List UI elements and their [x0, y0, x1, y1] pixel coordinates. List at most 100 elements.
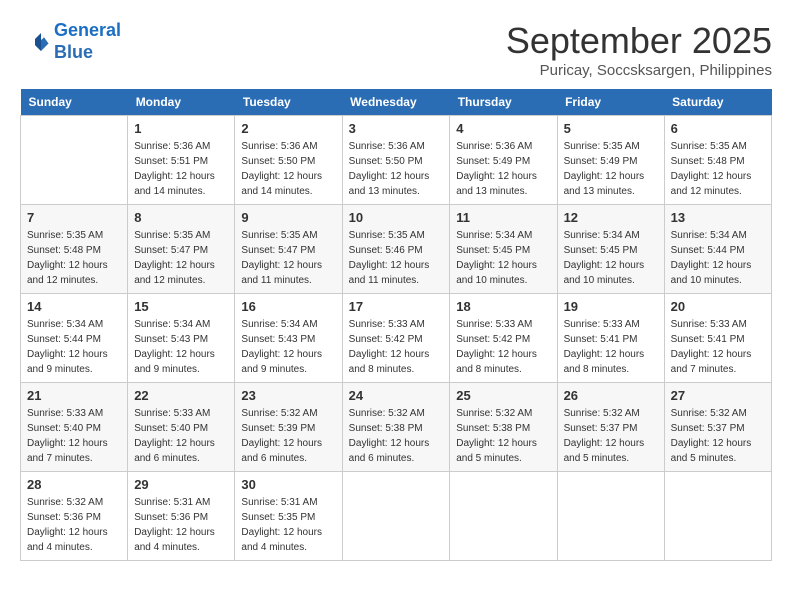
calendar-cell: 18Sunrise: 5:33 AM Sunset: 5:42 PM Dayli…: [450, 294, 557, 383]
day-number: 19: [564, 299, 658, 314]
day-info: Sunrise: 5:32 AM Sunset: 5:38 PM Dayligh…: [456, 406, 550, 466]
day-number: 1: [134, 121, 228, 136]
weekday-header-monday: Monday: [128, 89, 235, 116]
day-info: Sunrise: 5:33 AM Sunset: 5:41 PM Dayligh…: [564, 317, 658, 377]
calendar-table: SundayMondayTuesdayWednesdayThursdayFrid…: [20, 89, 772, 561]
day-number: 6: [671, 121, 765, 136]
day-number: 2: [241, 121, 335, 136]
day-number: 10: [349, 210, 444, 225]
calendar-cell: 7 Sunrise: 5:35 AM Sunset: 5:48 PM Daylig…: [21, 205, 128, 294]
day-info: Sunrise: 5:31 AM Sunset: 5:36 PM Dayligh…: [134, 495, 228, 555]
logo-icon: [20, 27, 50, 57]
day-number: 15: [134, 299, 228, 314]
day-number: 25: [456, 388, 550, 403]
calendar-cell: [664, 472, 771, 561]
day-info: Sunrise: 5:33 AM Sunset: 5:40 PM Dayligh…: [134, 406, 228, 466]
day-info: Sunrise: 5:34 AM Sunset: 5:45 PM Dayligh…: [564, 228, 658, 288]
day-info: Sunrise: 5:36 AM Sunset: 5:50 PM Dayligh…: [241, 139, 335, 199]
page-header: General Blue September 2025 Puricay, Soc…: [20, 20, 772, 79]
calendar-cell: 4Sunrise: 5:36 AM Sunset: 5:49 PM Daylig…: [450, 116, 557, 205]
day-number: 8: [134, 210, 228, 225]
day-number: 12: [564, 210, 658, 225]
day-number: 24: [349, 388, 444, 403]
calendar-cell: 3 Sunrise: 5:36 AM Sunset: 5:50 PM Daylig…: [342, 116, 450, 205]
weekday-header-tuesday: Tuesday: [235, 89, 342, 116]
calendar-cell: [342, 472, 450, 561]
day-info: Sunrise: 5:36 AM Sunset: 5:51 PM Dayligh…: [134, 139, 228, 199]
logo-line1: General: [54, 20, 121, 40]
day-number: 21: [27, 388, 121, 403]
day-number: 27: [671, 388, 765, 403]
calendar-cell: 6Sunrise: 5:35 AM Sunset: 5:48 PM Daylig…: [664, 116, 771, 205]
day-number: 13: [671, 210, 765, 225]
title-block: September 2025 Puricay, Soccsksargen, Ph…: [506, 20, 772, 79]
calendar-cell: 30Sunrise: 5:31 AM Sunset: 5:35 PM Dayli…: [235, 472, 342, 561]
calendar-cell: 26 Sunrise: 5:32 AM Sunset: 5:37 PM Dayli…: [557, 383, 664, 472]
day-number: 14: [27, 299, 121, 314]
logo: General Blue: [20, 20, 121, 63]
day-number: 26: [564, 388, 658, 403]
day-info: Sunrise: 5:35 AM Sunset: 5:47 PM Dayligh…: [134, 228, 228, 288]
calendar-cell: 10 Sunrise: 5:35 AM Sunset: 5:46 PM Dayli…: [342, 205, 450, 294]
day-info: Sunrise: 5:33 AM Sunset: 5:42 PM Dayligh…: [456, 317, 550, 377]
day-number: 7: [27, 210, 121, 225]
calendar-cell: 29 Sunrise: 5:31 AM Sunset: 5:36 PM Dayli…: [128, 472, 235, 561]
weekday-header-thursday: Thursday: [450, 89, 557, 116]
day-number: 11: [456, 210, 550, 225]
week-row-1: 1 Sunrise: 5:36 AM Sunset: 5:51 PM Daylig…: [21, 116, 772, 205]
calendar-cell: 2 Sunrise: 5:36 AM Sunset: 5:50 PM Daylig…: [235, 116, 342, 205]
weekday-header-friday: Friday: [557, 89, 664, 116]
location: Puricay, Soccsksargen, Philippines: [506, 62, 772, 79]
day-info: Sunrise: 5:32 AM Sunset: 5:38 PM Dayligh…: [349, 406, 444, 466]
day-info: Sunrise: 5:32 AM Sunset: 5:39 PM Dayligh…: [241, 406, 335, 466]
calendar-cell: 15 Sunrise: 5:34 AM Sunset: 5:43 PM Dayli…: [128, 294, 235, 383]
calendar-cell: 20Sunrise: 5:33 AM Sunset: 5:41 PM Dayli…: [664, 294, 771, 383]
day-number: 29: [134, 477, 228, 492]
day-number: 22: [134, 388, 228, 403]
calendar-cell: 28Sunrise: 5:32 AM Sunset: 5:36 PM Dayli…: [21, 472, 128, 561]
day-number: 9: [241, 210, 335, 225]
calendar-cell: 25 Sunrise: 5:32 AM Sunset: 5:38 PM Dayli…: [450, 383, 557, 472]
calendar-cell: 9 Sunrise: 5:35 AM Sunset: 5:47 PM Daylig…: [235, 205, 342, 294]
day-info: Sunrise: 5:34 AM Sunset: 5:43 PM Dayligh…: [134, 317, 228, 377]
calendar-cell: [450, 472, 557, 561]
weekday-header-row: SundayMondayTuesdayWednesdayThursdayFrid…: [21, 89, 772, 116]
weekday-header-sunday: Sunday: [21, 89, 128, 116]
day-info: Sunrise: 5:34 AM Sunset: 5:44 PM Dayligh…: [671, 228, 765, 288]
weekday-header-wednesday: Wednesday: [342, 89, 450, 116]
calendar-cell: 21 Sunrise: 5:33 AM Sunset: 5:40 PM Dayli…: [21, 383, 128, 472]
day-number: 30: [241, 477, 335, 492]
week-row-4: 21 Sunrise: 5:33 AM Sunset: 5:40 PM Dayli…: [21, 383, 772, 472]
calendar-cell: 17 Sunrise: 5:33 AM Sunset: 5:42 PM Dayli…: [342, 294, 450, 383]
calendar-cell: [557, 472, 664, 561]
calendar-cell: 16Sunrise: 5:34 AM Sunset: 5:43 PM Dayli…: [235, 294, 342, 383]
calendar-cell: 1 Sunrise: 5:36 AM Sunset: 5:51 PM Daylig…: [128, 116, 235, 205]
week-row-2: 7 Sunrise: 5:35 AM Sunset: 5:48 PM Daylig…: [21, 205, 772, 294]
day-info: Sunrise: 5:36 AM Sunset: 5:49 PM Dayligh…: [456, 139, 550, 199]
week-row-3: 14 Sunrise: 5:34 AM Sunset: 5:44 PM Dayli…: [21, 294, 772, 383]
day-number: 5: [564, 121, 658, 136]
day-info: Sunrise: 5:35 AM Sunset: 5:49 PM Dayligh…: [564, 139, 658, 199]
day-number: 20: [671, 299, 765, 314]
calendar-cell: 13 Sunrise: 5:34 AM Sunset: 5:44 PM Dayli…: [664, 205, 771, 294]
day-info: Sunrise: 5:34 AM Sunset: 5:43 PM Dayligh…: [241, 317, 335, 377]
day-info: Sunrise: 5:36 AM Sunset: 5:50 PM Dayligh…: [349, 139, 444, 199]
day-info: Sunrise: 5:33 AM Sunset: 5:42 PM Dayligh…: [349, 317, 444, 377]
day-number: 23: [241, 388, 335, 403]
day-info: Sunrise: 5:32 AM Sunset: 5:37 PM Dayligh…: [564, 406, 658, 466]
day-info: Sunrise: 5:35 AM Sunset: 5:47 PM Dayligh…: [241, 228, 335, 288]
day-number: 17: [349, 299, 444, 314]
logo-line2: Blue: [54, 42, 93, 62]
calendar-cell: 8 Sunrise: 5:35 AM Sunset: 5:47 PM Daylig…: [128, 205, 235, 294]
day-number: 3: [349, 121, 444, 136]
calendar-cell: 23 Sunrise: 5:32 AM Sunset: 5:39 PM Dayli…: [235, 383, 342, 472]
day-info: Sunrise: 5:33 AM Sunset: 5:40 PM Dayligh…: [27, 406, 121, 466]
day-info: Sunrise: 5:35 AM Sunset: 5:46 PM Dayligh…: [349, 228, 444, 288]
day-info: Sunrise: 5:34 AM Sunset: 5:44 PM Dayligh…: [27, 317, 121, 377]
calendar-cell: 11 Sunrise: 5:34 AM Sunset: 5:45 PM Dayli…: [450, 205, 557, 294]
calendar-cell: 5 Sunrise: 5:35 AM Sunset: 5:49 PM Daylig…: [557, 116, 664, 205]
day-info: Sunrise: 5:35 AM Sunset: 5:48 PM Dayligh…: [27, 228, 121, 288]
day-info: Sunrise: 5:34 AM Sunset: 5:45 PM Dayligh…: [456, 228, 550, 288]
calendar-cell: 24 Sunrise: 5:32 AM Sunset: 5:38 PM Dayli…: [342, 383, 450, 472]
calendar-cell: 19 Sunrise: 5:33 AM Sunset: 5:41 PM Dayli…: [557, 294, 664, 383]
